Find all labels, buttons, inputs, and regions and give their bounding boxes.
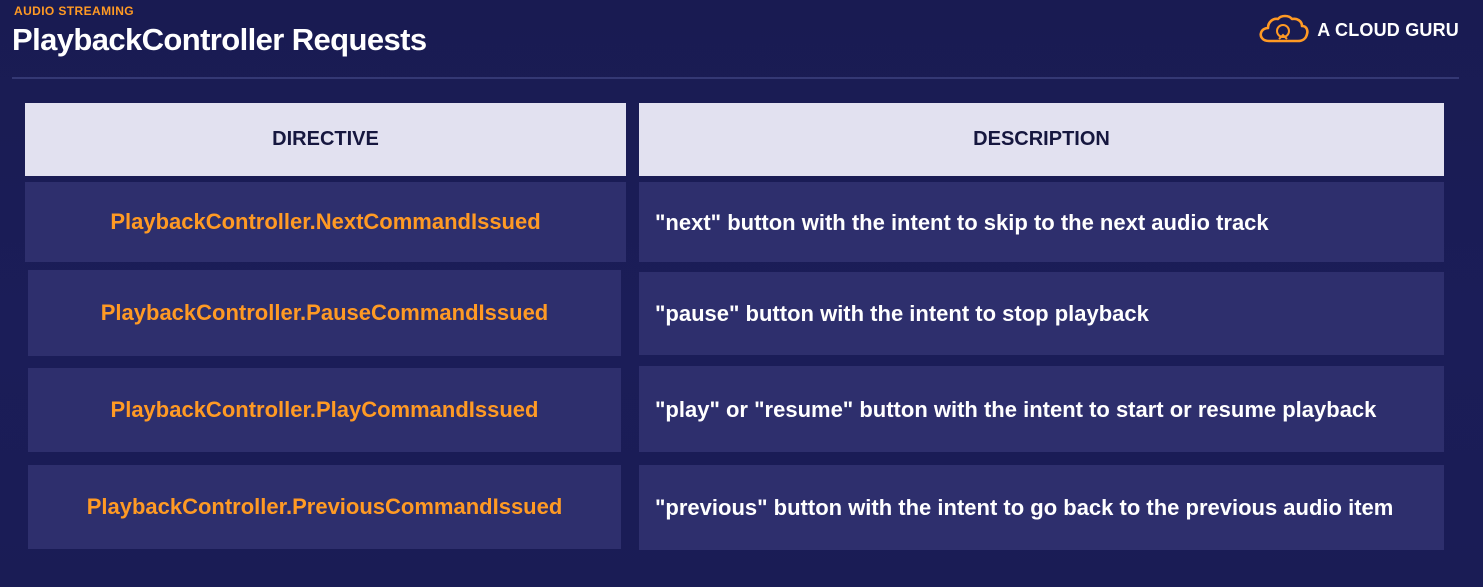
column-header-description: DESCRIPTION [639,103,1444,176]
table-row-description: "play" or "resume" button with the inten… [639,366,1444,452]
table-row-directive: PlaybackController.PauseCommandIssued [28,270,621,356]
table-row-description: "pause" button with the intent to stop p… [639,272,1444,355]
table-row-description: "next" button with the intent to skip to… [639,182,1444,262]
header-divider [12,77,1459,79]
brand: A CLOUD GURU [1257,14,1459,46]
column-header-directive: DIRECTIVE [25,103,626,176]
page-title: PlaybackController Requests [12,22,427,57]
cloud-icon [1259,14,1309,43]
brand-name: A CLOUD GURU [1317,19,1459,40]
table-row-directive: PlaybackController.NextCommandIssued [25,182,626,262]
table-row-directive: PlaybackController.PreviousCommandIssued [28,465,621,549]
table-row-directive: PlaybackController.PlayCommandIssued [28,368,621,452]
table-row-description: "previous" button with the intent to go … [639,465,1444,550]
eyebrow-label: AUDIO STREAMING [14,4,134,18]
